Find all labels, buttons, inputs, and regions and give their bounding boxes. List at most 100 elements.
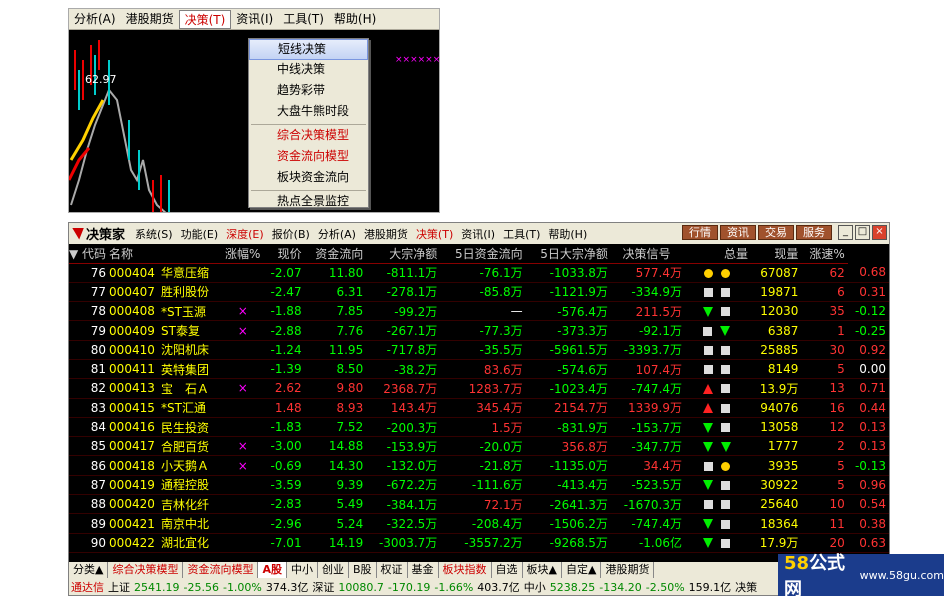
close-button[interactable]: × bbox=[872, 225, 887, 240]
table-row[interactable]: 76 000404 华意压缩 -2.07 11.80 -811.1万 -76.1万 -1033… bbox=[69, 263, 889, 283]
yellow-dot-icon bbox=[720, 461, 730, 471]
main-menu-item[interactable]: 帮助(H) bbox=[544, 226, 591, 242]
category-tab[interactable]: A股 bbox=[258, 562, 287, 578]
top-menubar: 分析(A) 港股期货 决策(T) 资讯(I) 工具(T) 帮助(H) bbox=[69, 9, 439, 30]
category-tab[interactable]: 创业 bbox=[318, 562, 349, 578]
current-price: 14.88 bbox=[304, 436, 367, 457]
top-menu-item[interactable]: 港股期货 bbox=[121, 10, 179, 29]
main-menu-item[interactable]: 工具(T) bbox=[499, 226, 544, 242]
block-net-5d: -1.06亿 bbox=[610, 533, 686, 553]
table-row[interactable]: 77 000407 胜利股份 -2.47 6.31 -278.1万 -85.8万 -1121.… bbox=[69, 282, 889, 303]
row-index: 82 bbox=[69, 378, 110, 399]
main-menu-item[interactable]: 决策(T) bbox=[412, 226, 457, 242]
table-row[interactable]: 81 000411 英特集团 -1.39 8.50 -38.2万 83.6万 -574.6万 1… bbox=[69, 359, 889, 380]
top-menu-item[interactable]: 决策(T) bbox=[178, 9, 232, 29]
category-tab[interactable]: 板块指数 bbox=[439, 562, 492, 578]
table-row[interactable]: 84 000416 民生投资 -1.83 7.52 -200.3万 1.5万 -831.9万 -… bbox=[69, 417, 889, 438]
block-net-5d: -747.4万 bbox=[610, 378, 686, 399]
change-speed: 0.71 bbox=[847, 378, 889, 399]
dropdown-item[interactable]: 趋势彩带 bbox=[249, 81, 368, 102]
fund-flow-5d: -1506.2万 bbox=[525, 513, 611, 534]
category-tab[interactable]: 综合决策模型 bbox=[108, 562, 184, 578]
current-price: 14.19 bbox=[304, 533, 367, 553]
top-menu-item[interactable]: 工具(T) bbox=[278, 10, 329, 29]
table-row[interactable]: 78 000408 *ST玉源 × -1.88 7.85 -99.2万 — -576.4万 211… bbox=[69, 301, 889, 322]
category-tab[interactable]: 资金流向模型 bbox=[183, 562, 259, 578]
table-row[interactable]: 89 000421 南京中北 -2.96 5.24 -322.5万 -208.4万 -1506… bbox=[69, 513, 889, 534]
total-volume: 67087 bbox=[751, 263, 802, 283]
column-header[interactable]: 5日资金流向 bbox=[440, 245, 526, 264]
quick-button[interactable]: 服务 bbox=[796, 225, 832, 240]
table-row[interactable]: 83 000415 *ST汇通 1.48 8.93 143.4万 345.4万 2154.7万… bbox=[69, 398, 889, 418]
table-row[interactable]: 82 000413 宝 石Ａ × 2.62 9.80 2368.7万 1283.7万 -1023… bbox=[69, 378, 889, 399]
gray-square-icon bbox=[721, 403, 731, 413]
category-tab[interactable]: B股 bbox=[349, 562, 377, 578]
decision-signal bbox=[685, 301, 752, 322]
column-header[interactable]: ▼ 代码 bbox=[69, 245, 110, 264]
main-menu-item[interactable]: 深度(E) bbox=[222, 226, 268, 242]
dropdown-item[interactable]: 短线决策 bbox=[249, 39, 368, 60]
category-tab[interactable]: 中小 bbox=[287, 562, 318, 578]
category-tab[interactable]: 基金 bbox=[408, 562, 439, 578]
table-row[interactable]: 79 000409 ST泰复 × -2.88 7.76 -267.1万 -77.3万 -373.… bbox=[69, 320, 889, 341]
change-speed: -0.13 bbox=[847, 455, 889, 476]
fund-flow: 143.4万 bbox=[366, 398, 441, 418]
quick-button[interactable]: 资讯 bbox=[720, 225, 756, 240]
block-net-5d: -3393.7万 bbox=[610, 340, 686, 360]
maximize-button[interactable]: □ bbox=[855, 225, 870, 240]
column-header[interactable]: 现量 bbox=[751, 245, 802, 264]
column-header[interactable]: 现价 bbox=[263, 245, 305, 264]
top-menu-item[interactable]: 分析(A) bbox=[69, 10, 121, 29]
minimize-button[interactable]: _ bbox=[838, 225, 853, 240]
block-net: -111.6万 bbox=[440, 475, 526, 496]
column-header[interactable]: 涨速% bbox=[801, 245, 848, 264]
dropdown-item[interactable]: 板块资金流向 bbox=[249, 168, 368, 189]
category-tab[interactable]: 港股期货 bbox=[601, 562, 655, 578]
column-header[interactable]: 资金流向 bbox=[304, 245, 367, 264]
status-item: 403.7亿 bbox=[477, 581, 520, 594]
dropdown-item[interactable]: 资金流向模型 bbox=[249, 147, 368, 168]
column-header[interactable]: 涨幅% bbox=[225, 245, 264, 264]
main-menu-item[interactable]: 资讯(I) bbox=[457, 226, 499, 242]
main-menu-item[interactable]: 港股期货 bbox=[360, 226, 412, 242]
column-header[interactable] bbox=[161, 245, 226, 264]
table-row[interactable]: 86 000418 小天鹅Ａ × -0.69 14.30 -132.0万 -21.8万 -113… bbox=[69, 455, 889, 476]
category-tab[interactable]: 自选 bbox=[492, 562, 523, 578]
top-menu-item[interactable]: 帮助(H) bbox=[329, 10, 381, 29]
main-menu-item[interactable]: 功能(E) bbox=[177, 226, 223, 242]
table-row[interactable]: 85 000417 合肥百货 × -3.00 14.88 -153.9万 -20.0万 356.… bbox=[69, 436, 889, 457]
current-volume: 62 bbox=[801, 263, 848, 283]
dropdown-item[interactable]: 中线决策 bbox=[249, 60, 368, 81]
category-tab[interactable]: 板块▲ bbox=[523, 562, 562, 578]
dropdown-item[interactable]: 大盘牛熊时段 bbox=[249, 102, 368, 123]
column-header[interactable]: 决策信号 bbox=[610, 245, 686, 264]
block-net-5d: 34.4万 bbox=[610, 455, 686, 476]
column-header[interactable]: 大宗净额 bbox=[366, 245, 441, 264]
stock-name: *ST汇通 bbox=[161, 398, 226, 418]
table-row[interactable]: 87 000419 通程控股 -3.59 9.39 -672.2万 -111.6万 -413.… bbox=[69, 475, 889, 496]
column-header[interactable]: 总量 bbox=[685, 245, 752, 264]
category-tab[interactable]: 自定▲ bbox=[562, 562, 602, 578]
dropdown-item[interactable]: 综合决策模型 bbox=[249, 126, 368, 147]
decision-signal bbox=[685, 263, 752, 283]
main-menu-item[interactable]: 系统(S) bbox=[131, 226, 177, 242]
fund-flow-5d: -373.3万 bbox=[525, 320, 611, 341]
main-menu-item[interactable]: 报价(B) bbox=[268, 226, 314, 242]
change-speed: 0.13 bbox=[847, 436, 889, 457]
quick-button[interactable]: 行情 bbox=[682, 225, 718, 240]
table-row[interactable]: 88 000420 吉林化纤 -2.83 5.49 -384.1万 72.1万 -2641.3… bbox=[69, 494, 889, 515]
column-header[interactable]: 名称 bbox=[109, 245, 162, 264]
top-menu-item[interactable]: 资讯(I) bbox=[231, 10, 278, 29]
quick-button[interactable]: 交易 bbox=[758, 225, 794, 240]
stock-name: 通程控股 bbox=[161, 475, 226, 496]
table-row[interactable]: 80 000410 沈阳机床 -1.24 11.95 -717.8万 -35.5万 -5961… bbox=[69, 340, 889, 360]
table-row[interactable]: 90 000422 湖北宜化 -7.01 14.19 -3003.7万 -3557.2万 -9… bbox=[69, 533, 889, 553]
main-menu-item[interactable]: 分析(A) bbox=[314, 226, 360, 242]
status-item: -170.19 bbox=[387, 580, 431, 594]
category-tab[interactable]: 分类▲ bbox=[69, 562, 109, 578]
watermark-logo: 58公式网 bbox=[778, 549, 854, 596]
column-header[interactable]: 5日大宗净额 bbox=[525, 245, 611, 264]
current-volume: 10 bbox=[801, 494, 848, 515]
category-tab[interactable]: 权证 bbox=[377, 562, 408, 578]
dropdown-item[interactable]: 热点全景监控 bbox=[249, 192, 368, 212]
